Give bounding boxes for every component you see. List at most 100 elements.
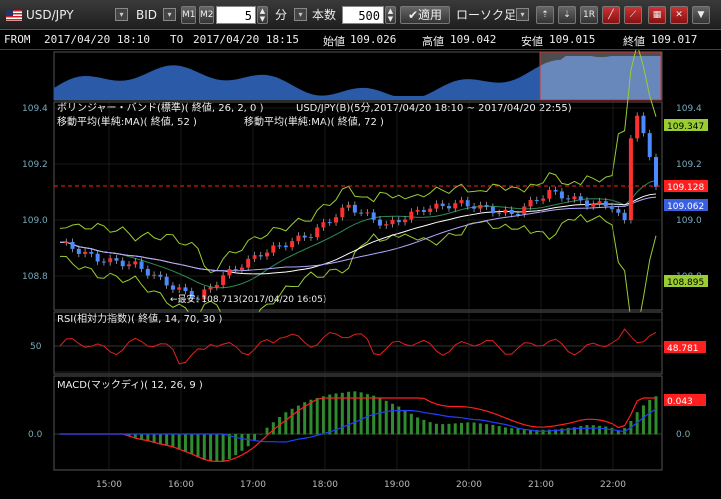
reset-1r-icon[interactable]: 1R: [580, 6, 598, 24]
macd-hist-bar: [598, 425, 602, 435]
candle-body: [428, 208, 433, 212]
candle-body: [559, 191, 564, 199]
candle-body: [233, 269, 238, 271]
close-x-icon[interactable]: ✕: [670, 6, 688, 24]
candle-body: [283, 245, 288, 248]
candle-body: [271, 245, 276, 253]
rsi-value-text: 48.781: [667, 344, 699, 354]
candle-body: [591, 203, 596, 207]
overview-selection[interactable]: [539, 51, 662, 101]
candle-body: [396, 219, 401, 223]
macd-hist-bar: [503, 427, 507, 435]
macd-hist-bar: [510, 428, 514, 435]
ma72-legend: 移動平均(単純:MA)( 終値, 72 ): [244, 115, 384, 128]
low-label: 安値: [521, 35, 543, 48]
x-tick-label: 17:00: [240, 480, 266, 490]
draw-line-icon[interactable]: ╱: [602, 6, 620, 24]
high-label: 高値: [422, 35, 444, 48]
candle-body: [296, 235, 301, 242]
candle-body: [139, 261, 144, 269]
low-annotation: ←最安: 108.713(2017/04/20 16:05): [170, 293, 326, 305]
macd-hist-bar: [202, 434, 206, 460]
m2-button[interactable]: M2: [199, 6, 214, 24]
macd-value-text: 0.043: [667, 397, 693, 407]
macd-hist-bar: [384, 400, 388, 435]
macd-hist-bar: [585, 425, 589, 435]
macd-hist-bar: [259, 434, 263, 435]
macd-hist-bar: [334, 393, 338, 435]
draw-trend-icon[interactable]: ⟋: [624, 6, 642, 24]
candle-body: [616, 209, 621, 213]
low-value: 109.015: [549, 33, 596, 46]
candle-body: [610, 206, 615, 210]
price-tag-text: 108.895: [667, 278, 704, 288]
macd-hist-bar: [604, 426, 608, 435]
macd-hist-bar: [460, 422, 464, 435]
candle-body: [534, 199, 539, 201]
candle-body: [133, 261, 138, 265]
macd-hist-bar: [654, 396, 658, 435]
candle-body: [572, 196, 577, 200]
symbol-label: USD/JPY: [26, 8, 74, 22]
symbol-dropdown-icon[interactable]: ▾: [115, 8, 128, 21]
macd-hist-bar: [447, 423, 451, 435]
count-stepper[interactable]: ▲ ▼: [385, 6, 396, 24]
macd-hist-bar: [422, 419, 426, 435]
macd-hist-bar: [497, 426, 501, 435]
macd-hist-bar: [221, 434, 225, 462]
candle-body: [95, 253, 100, 262]
high-value: 109.042: [450, 33, 497, 46]
macd-hist-bar: [290, 408, 294, 435]
candle-body: [647, 133, 652, 158]
candle-body: [553, 189, 558, 192]
zoom-out-icon[interactable]: ⇣: [558, 6, 576, 24]
candle-body: [654, 157, 658, 187]
price-tag-text: 109.062: [667, 202, 704, 212]
count-input[interactable]: 500: [342, 6, 384, 24]
macd-hist-bar: [591, 425, 595, 435]
macd-hist-bar: [434, 423, 438, 435]
macd-hist-bar: [485, 424, 489, 435]
macd-hist-bar: [522, 429, 526, 435]
candle-body: [265, 252, 270, 257]
count-checkbox[interactable]: ▾: [294, 8, 307, 21]
candle-body: [622, 212, 627, 221]
symbol-legend: USD/JPY(B)(5分,2017/04/20 18:10 ~ 2017/04…: [296, 102, 572, 114]
macd-hist-bar: [177, 434, 181, 450]
ohlc-info-bar: FROM 2017/04/20 18:10 TO 2017/04/20 18:1…: [0, 30, 721, 50]
candle-body: [415, 210, 420, 212]
macd-hist-bar: [416, 417, 420, 435]
price-type-dropdown-icon[interactable]: ▾: [163, 8, 176, 21]
macd-hist-bar: [328, 394, 332, 435]
macd-hist-bar: [227, 434, 231, 460]
count-label: 本数: [312, 8, 337, 22]
chart-area[interactable]: ボリンジャー・バンド(標準)( 終値, 26, 2, 0 ) USD/JPY(B…: [0, 50, 721, 499]
candle-body: [421, 210, 426, 212]
chart-type-dropdown-icon[interactable]: ▾: [516, 8, 529, 21]
candle-body: [208, 287, 213, 290]
macd-hist-bar: [560, 428, 564, 435]
candle-body: [64, 241, 69, 243]
menu-down-icon[interactable]: ▼: [692, 6, 710, 24]
from-value: 2017/04/20 18:10: [44, 33, 150, 46]
candle-body: [158, 274, 163, 277]
candle-body: [403, 219, 408, 223]
candle-body: [440, 203, 445, 207]
interval-stepper[interactable]: ▲ ▼: [257, 6, 268, 24]
m1-button[interactable]: M1: [181, 6, 196, 24]
macd-hist-bar: [209, 434, 213, 462]
candle-body: [239, 267, 244, 271]
macd-hist-bar: [265, 427, 269, 435]
x-tick-label: 18:00: [312, 480, 338, 490]
macd-hist-bar: [158, 434, 162, 445]
macd-hist-bar: [453, 423, 457, 435]
macd-hist-bar: [428, 422, 432, 435]
indicator-icon[interactable]: ▦: [648, 6, 666, 24]
us-flag-icon: [6, 10, 22, 21]
apply-button[interactable]: ✔適用: [400, 6, 450, 24]
price-tag-text: 109.347: [667, 122, 704, 132]
macd-hist-bar: [240, 434, 244, 451]
zoom-in-icon[interactable]: ⇡: [536, 6, 554, 24]
candle-body: [302, 235, 307, 238]
interval-input[interactable]: 5: [216, 6, 256, 24]
